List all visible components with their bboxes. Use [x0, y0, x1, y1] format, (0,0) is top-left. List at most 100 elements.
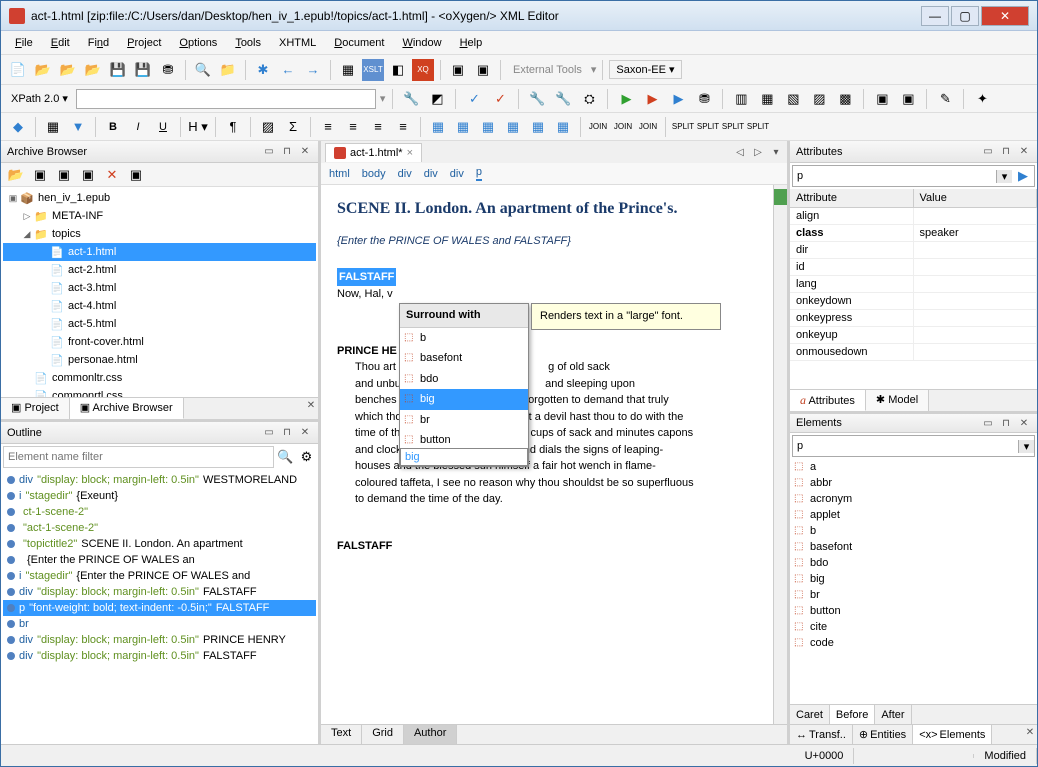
j1-icon[interactable]: JOIN [587, 116, 609, 138]
element-item-code[interactable]: code [790, 635, 1037, 651]
menu-project[interactable]: Project [119, 34, 169, 52]
bold-icon[interactable]: B [102, 116, 124, 138]
tab-after[interactable]: After [875, 705, 911, 724]
ab-fold-icon[interactable]: ▣ [77, 164, 99, 186]
search-icon[interactable]: 🔍 [192, 59, 214, 81]
external-tools-label[interactable]: External Tools [507, 64, 588, 76]
menu-help[interactable]: Help [452, 34, 491, 52]
col-attribute[interactable]: Attribute [790, 189, 914, 207]
editor-tab-act1[interactable]: act-1.html* × [325, 143, 422, 162]
math-icon[interactable]: Σ [282, 116, 304, 138]
outline-item[interactable]: "topictitle2" SCENE II. London. An apart… [3, 536, 316, 552]
ab-add-icon[interactable]: ▣ [53, 164, 75, 186]
find-icon[interactable]: 📁 [217, 59, 239, 81]
popup-item-big[interactable]: big [400, 389, 528, 410]
tab-caret[interactable]: Caret [790, 705, 830, 724]
para-icon[interactable]: ¶ [222, 116, 244, 138]
bc-html[interactable]: html [329, 168, 350, 180]
p2-icon[interactable]: ▦ [756, 88, 778, 110]
popup-filter-input[interactable] [400, 448, 528, 466]
tab-close-icon[interactable]: ✕ [304, 398, 318, 412]
outline-item[interactable]: "act-1-scene-2" [3, 520, 316, 536]
italic-icon[interactable]: I [127, 116, 149, 138]
element-item-basefont[interactable]: basefont [790, 539, 1037, 555]
element-item-applet[interactable]: applet [790, 507, 1037, 523]
t6-icon[interactable]: ▦ [552, 116, 574, 138]
popup-item-button[interactable]: button [400, 430, 528, 448]
j2-icon[interactable]: JOIN [612, 116, 634, 138]
mode-author[interactable]: Author [404, 725, 457, 744]
menu-edit[interactable]: Edit [43, 34, 78, 52]
tab-attributes[interactable]: a Attributes [790, 390, 866, 411]
popup-list[interactable]: bbasefontbdobigbrbutton [400, 328, 528, 448]
outline-item[interactable]: i "stagedir" {Exeunt} [3, 488, 316, 504]
p1-icon[interactable]: ▥ [730, 88, 752, 110]
tag-icon[interactable]: ◆ [7, 116, 29, 138]
menu-file[interactable]: File [7, 34, 41, 52]
elem-combo[interactable]: p ▾ [792, 435, 1035, 457]
popup-item-bdo[interactable]: bdo [400, 369, 528, 390]
tab-model[interactable]: ✱ Model [866, 390, 929, 411]
j3-icon[interactable]: JOIN [637, 116, 659, 138]
element-item-b[interactable]: b [790, 523, 1037, 539]
wrench2-icon[interactable]: 🔧 [526, 88, 548, 110]
open2-icon[interactable]: 📂 [57, 59, 79, 81]
run-icon[interactable]: ▶ [615, 88, 637, 110]
panel-pin-icon[interactable]: ⊓ [280, 145, 294, 159]
saveall-icon[interactable]: 💾 [132, 59, 154, 81]
attributes-table[interactable]: Attribute Value alignclassspeakerdiridla… [790, 189, 1037, 389]
xsl-icon[interactable]: ◧ [387, 59, 409, 81]
filter-icon[interactable]: ▼ [67, 116, 89, 138]
tool3-icon[interactable]: ◩ [426, 88, 448, 110]
save-icon[interactable]: 💾 [107, 59, 129, 81]
attr-row[interactable]: classspeaker [790, 225, 1037, 242]
ab-close-icon[interactable]: ▣ [29, 164, 51, 186]
edit-icon[interactable]: ✎ [934, 88, 956, 110]
popup-item-basefont[interactable]: basefont [400, 348, 528, 369]
maximize-button[interactable]: ▢ [951, 6, 979, 26]
ab-open-icon[interactable]: 📂 [5, 164, 27, 186]
tabnav-prev-icon[interactable]: ◁ [733, 145, 747, 159]
outline-filter-input[interactable] [3, 446, 274, 468]
ab-del-icon[interactable]: ✕ [101, 164, 123, 186]
elem-pin-icon[interactable]: ⊓ [999, 416, 1013, 430]
panel-close-icon[interactable]: ✕ [298, 145, 312, 159]
s1-icon[interactable]: SPLIT [672, 116, 694, 138]
list1-icon[interactable]: ≡ [317, 116, 339, 138]
t5-icon[interactable]: ▦ [527, 116, 549, 138]
underline-icon[interactable]: U [152, 116, 174, 138]
tabnav-list-icon[interactable]: ▾ [769, 145, 783, 159]
check2-icon[interactable]: ✓ [489, 88, 511, 110]
t2-icon[interactable]: ▦ [452, 116, 474, 138]
editor-ruler[interactable] [773, 185, 787, 724]
bc-div2[interactable]: div [424, 168, 438, 180]
xslt-icon[interactable]: XSLT [362, 59, 384, 81]
outline-item[interactable]: {Enter the PRINCE OF WALES an [3, 552, 316, 568]
tab-elements[interactable]: <x> Elements [913, 725, 992, 744]
attr-row[interactable]: onkeyup [790, 327, 1037, 344]
attr-element-combo[interactable]: p ▾ ▶ [792, 165, 1035, 187]
close-button[interactable]: ✕ [981, 6, 1029, 26]
bc-p[interactable]: p [476, 166, 482, 181]
attr-nav-icon[interactable]: ▶ [1012, 165, 1034, 187]
elem-close-icon[interactable]: ✕ [1017, 416, 1031, 430]
element-item-bdo[interactable]: bdo [790, 555, 1037, 571]
bc-div3[interactable]: div [450, 168, 464, 180]
outline-close-icon[interactable]: ✕ [298, 426, 312, 440]
p3-icon[interactable]: ▧ [782, 88, 804, 110]
t4-icon[interactable]: ▦ [502, 116, 524, 138]
menu-find[interactable]: Find [80, 34, 117, 52]
outline-item[interactable]: br [3, 616, 316, 632]
open-icon[interactable]: 📂 [32, 59, 54, 81]
next-icon[interactable]: → [302, 59, 324, 81]
tabnav-next-icon[interactable]: ▷ [751, 145, 765, 159]
p4-icon[interactable]: ▨ [808, 88, 830, 110]
element-item-a[interactable]: a [790, 459, 1037, 475]
outline-gear-icon[interactable]: ⚙ [297, 446, 316, 468]
new-icon[interactable]: 📄 [7, 59, 29, 81]
element-item-acronym[interactable]: acronym [790, 491, 1037, 507]
heading-icon[interactable]: H ▾ [187, 116, 209, 138]
doc-icon[interactable]: ▦ [337, 59, 359, 81]
chevron-down-icon[interactable]: ▾ [1018, 440, 1034, 453]
editor-content[interactable]: SCENE II. London. An apartment of the Pr… [321, 185, 773, 724]
